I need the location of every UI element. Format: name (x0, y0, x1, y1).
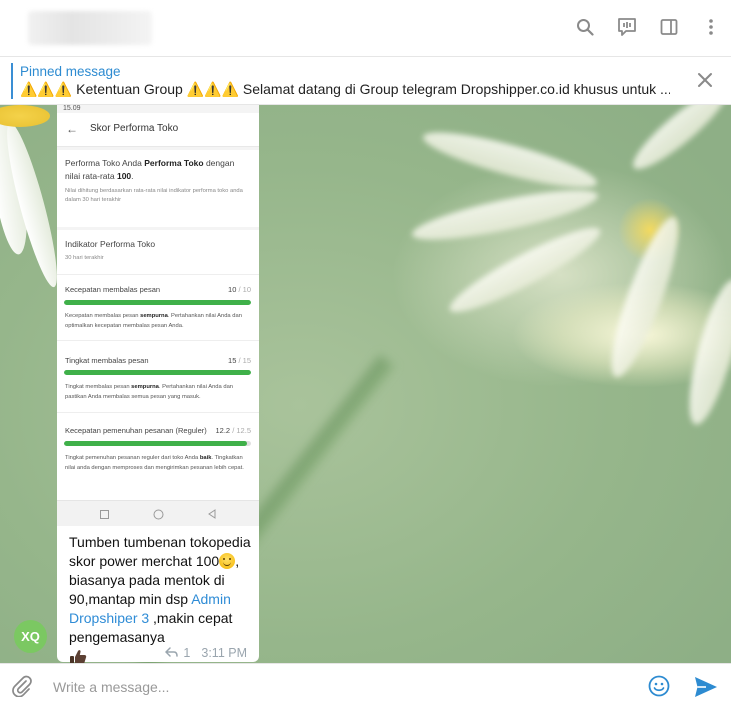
phone-status-bar: 15.09 (57, 105, 259, 113)
wallpaper-petal (599, 211, 691, 383)
metric-progress-bar (64, 370, 251, 375)
header-actions (575, 16, 721, 38)
wallpaper-petal (625, 105, 731, 179)
metric-description: Tingkat pemenuhan pesanan reguler dari t… (65, 455, 244, 471)
summary-note: Nilai dihitung berdasarkan rata-rata nil… (65, 188, 243, 203)
indicator-period: 30 hari terakhir (65, 255, 104, 261)
metric-score: 12.2 / 12.5 (215, 426, 252, 435)
reply-icon[interactable] (165, 646, 179, 660)
metric-score: 15 / 15 (228, 356, 251, 365)
emoji-icon[interactable] (648, 675, 670, 702)
message-composer (0, 663, 731, 708)
close-icon[interactable] (697, 72, 713, 88)
indicator-card: Indikator Performa Toko 30 hari terakhir… (57, 230, 259, 500)
grinning-sweat-emoji-icon (219, 553, 236, 569)
reply-count[interactable]: 1 (183, 646, 190, 660)
chat-title-blurred[interactable] (28, 11, 152, 45)
phone-nav-bar (57, 500, 259, 526)
metric-progress-bar (64, 441, 251, 446)
message-photo[interactable]: 15.09 ← Skor Performa Toko Performa Toko… (57, 105, 259, 526)
paperclip-icon[interactable] (11, 675, 33, 702)
sidebar-toggle-icon[interactable] (659, 16, 679, 38)
summary-card: Performa Toko Anda Performa Toko dengan … (57, 150, 259, 227)
wallpaper-petal (679, 275, 731, 429)
send-icon[interactable] (694, 676, 718, 703)
message-input[interactable] (53, 675, 613, 699)
metric-progress-fill (64, 300, 251, 305)
phone-time: 15.09 (63, 105, 81, 112)
search-icon[interactable] (575, 16, 595, 38)
app-title: Skor Performa Toko (90, 123, 179, 134)
metric-name: Kecepatan membalas pesan (65, 285, 161, 294)
home-icon (151, 507, 165, 521)
message-time: 3:11 PM (201, 646, 247, 660)
metric-progress-fill (64, 370, 251, 375)
metric-progress-bar (64, 300, 251, 305)
pinned-accent-bar (11, 63, 13, 99)
pinned-text: ⚠️⚠️⚠️ Ketentuan Group ⚠️⚠️⚠️ Selamat da… (20, 81, 670, 97)
divider (57, 274, 259, 275)
pinned-message-bar[interactable]: Pinned message ⚠️⚠️⚠️ Ketentuan Group ⚠️… (0, 57, 731, 105)
divider (57, 340, 259, 341)
chat-header (0, 0, 731, 57)
wallpaper-flower-center (0, 105, 50, 127)
metric-description: Kecepatan membalas pesan sempurna. Perta… (65, 313, 242, 329)
voice-chat-icon[interactable] (617, 16, 637, 38)
wallpaper-petal (419, 122, 601, 198)
divider (57, 412, 259, 413)
metric-score: 10 / 10 (228, 285, 251, 294)
metric-progress-fill (64, 441, 247, 446)
back-arrow-icon: ← (66, 122, 78, 136)
app-bar: ← Skor Performa Toko (57, 113, 259, 147)
pinned-title: Pinned message (20, 64, 121, 79)
indicator-title: Indikator Performa Toko (65, 239, 156, 249)
message-meta: 1 3:11 PM (165, 646, 247, 660)
avatar[interactable]: XQ (14, 620, 47, 653)
metric-name: Tingkat membalas pesan (65, 356, 149, 365)
more-menu-icon[interactable] (701, 16, 721, 38)
recent-apps-icon (97, 507, 111, 521)
back-icon (205, 507, 219, 521)
message-bubble[interactable]: 15.09 ← Skor Performa Toko Performa Toko… (57, 105, 259, 665)
summary-text: Performa Toko Anda Performa Toko dengan … (65, 158, 235, 181)
metric-description: Tingkat membalas pesan sempurna. Pertaha… (65, 384, 234, 400)
metric-name: Kecepatan pemenuhan pesanan (Reguler) (65, 426, 207, 435)
